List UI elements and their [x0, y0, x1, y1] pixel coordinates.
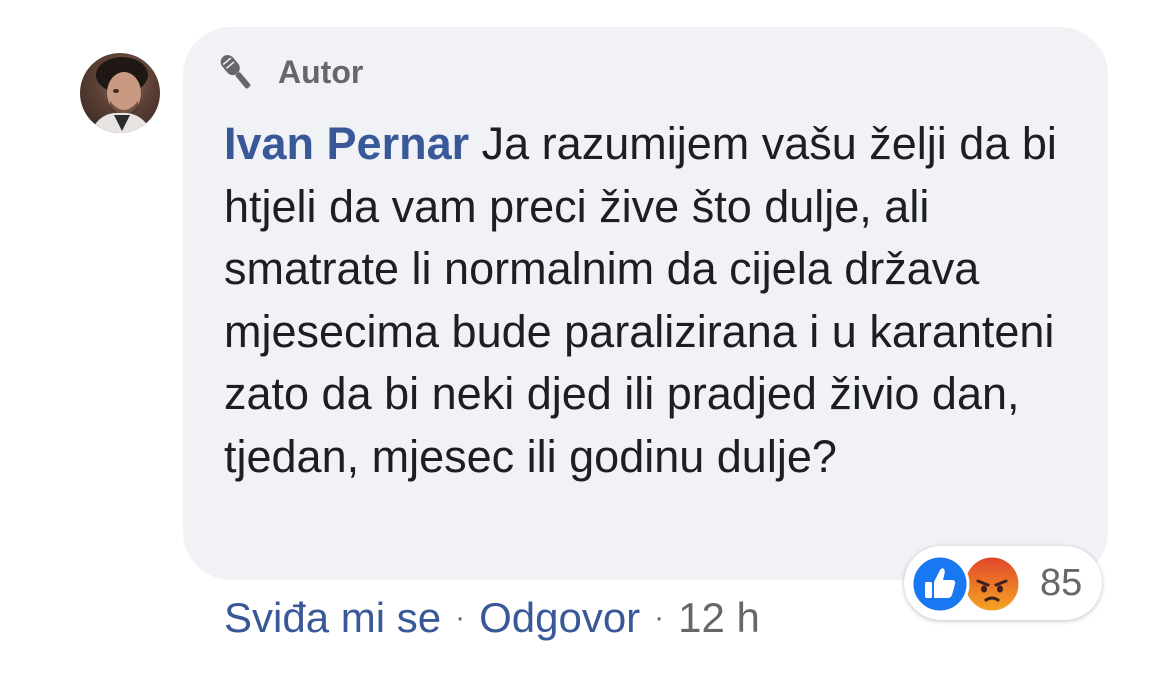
reaction-count: 85 [1040, 562, 1083, 604]
author-badge: Autor [212, 50, 363, 94]
angry-reaction-icon [962, 554, 1022, 614]
avatar[interactable] [80, 53, 160, 133]
like-reaction-icon [910, 554, 970, 614]
microphone-icon [220, 55, 251, 89]
comment-body: Ivan Pernar Ja razumijem vašu želji da b… [224, 113, 1074, 488]
comment-container: Autor Ivan Pernar Ja razumijem vašu želj… [0, 0, 1170, 700]
comment-text: Ja razumijem vašu želji da bi htjeli da … [224, 118, 1057, 482]
comment-timestamp[interactable]: 12 h [678, 594, 760, 642]
comment-actions: Sviđa mi se · Odgovor · 12 h [224, 590, 760, 646]
author-badge-label: Autor [278, 53, 364, 90]
separator-dot: · [455, 601, 466, 634]
comment-author-name[interactable]: Ivan Pernar [224, 118, 469, 169]
like-button[interactable]: Sviđa mi se [224, 594, 441, 642]
reply-button[interactable]: Odgovor [479, 594, 640, 642]
separator-dot: · [654, 601, 665, 634]
reactions-summary[interactable]: 85 [904, 546, 1102, 620]
